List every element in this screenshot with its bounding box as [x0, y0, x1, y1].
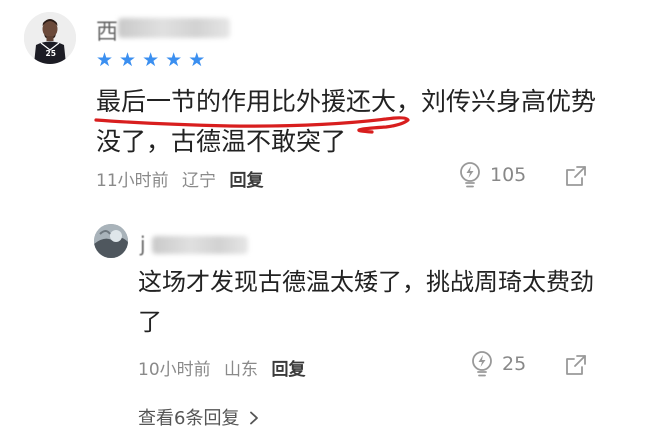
star-icon: ★ — [165, 49, 183, 71]
username-blurred — [118, 18, 230, 38]
username-first-char: 西 — [96, 20, 119, 45]
reply-reply-button[interactable]: 回复 — [271, 360, 305, 380]
star-icon: ★ — [142, 49, 160, 71]
comment-time: 11小时前 — [96, 171, 169, 191]
comment-reply-button[interactable]: 回复 — [229, 171, 263, 191]
chevron-right-icon — [249, 408, 259, 429]
reply-like-button[interactable]: 25 — [470, 350, 526, 378]
comment-avatar[interactable]: 25 — [24, 12, 76, 64]
star-icon: ★ — [119, 49, 137, 71]
reply-text: 这场才发现古德温太矮了，挑战周琦太费劲了 — [138, 268, 594, 336]
jersey-number: 25 — [46, 49, 56, 58]
star-icon: ★ — [188, 49, 206, 71]
comment-username[interactable]: 西 — [96, 14, 118, 45]
like-bulb-icon — [472, 351, 492, 377]
reply-location: 山东 — [224, 360, 259, 380]
rating-stars: ★ ★ ★ ★ ★ — [96, 50, 205, 70]
view-more-replies-button[interactable]: 查看6条回复 — [138, 404, 259, 430]
like-bulb-icon — [460, 162, 480, 188]
comment-location: 辽宁 — [182, 171, 217, 191]
reply-username[interactable]: j — [140, 232, 146, 256]
reply-time: 10小时前 — [138, 360, 211, 380]
comment-like-button[interactable]: 105 — [458, 161, 526, 189]
reply-meta: 10小时前 山东 回复 — [138, 355, 305, 380]
player-avatar-image: 25 — [24, 12, 76, 64]
reply-avatar-image — [94, 224, 128, 258]
star-icon: ★ — [96, 49, 114, 71]
share-icon[interactable] — [565, 354, 587, 376]
reply-like-count: 25 — [502, 353, 527, 375]
red-underline-annotation — [94, 116, 410, 134]
share-icon[interactable] — [565, 165, 587, 187]
reply-username-blurred — [152, 236, 248, 254]
reply-username-first-char: j — [140, 232, 146, 256]
view-more-replies-label: 查看6条回复 — [138, 408, 240, 429]
reply-avatar[interactable] — [94, 224, 128, 258]
comment-meta: 11小时前 辽宁 回复 — [96, 166, 263, 191]
comment-like-count: 105 — [490, 164, 527, 186]
